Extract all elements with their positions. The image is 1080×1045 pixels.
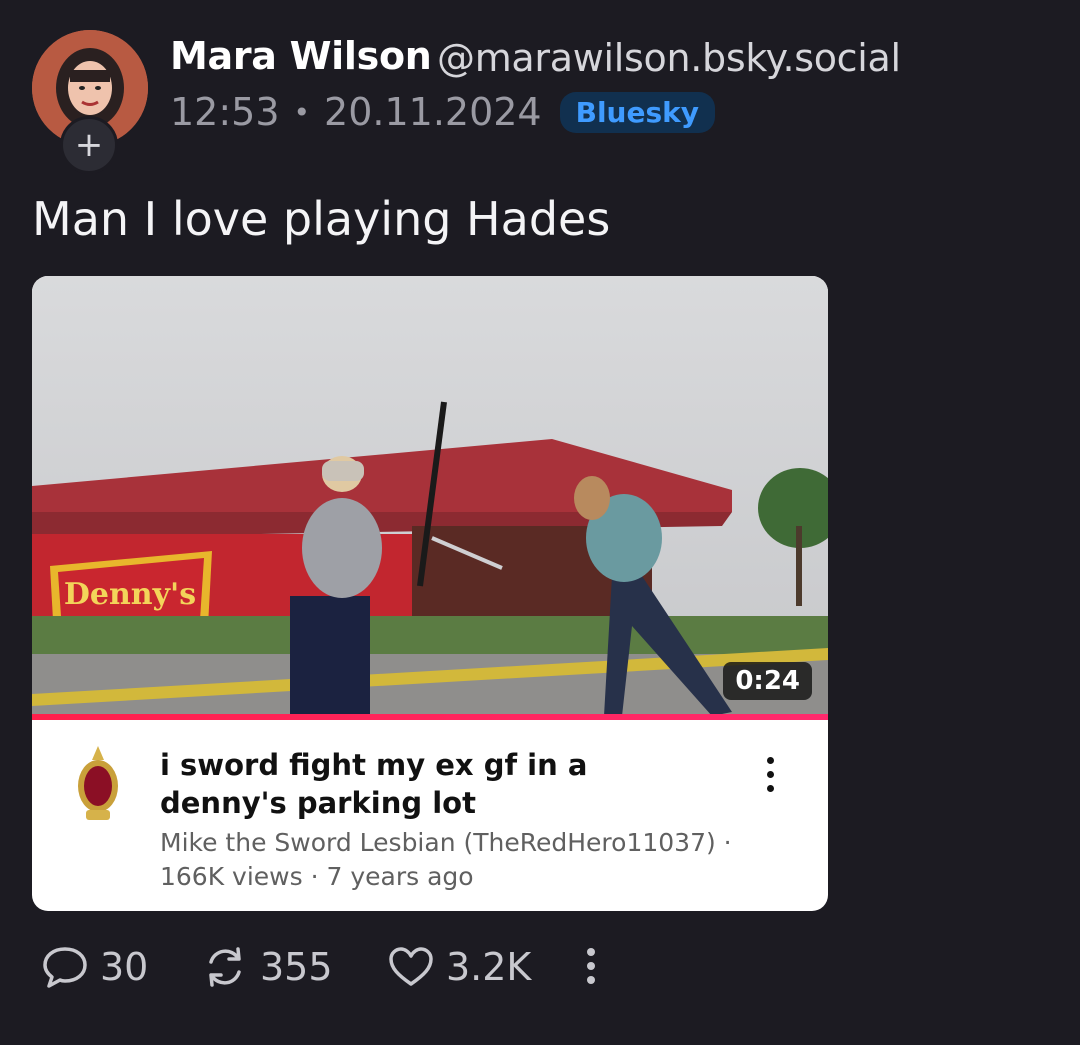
like-button[interactable]: 3.2K: [386, 944, 531, 990]
video-embed-card[interactable]: Denny's 0:24 i sword fight my ex gf in a…: [32, 276, 828, 911]
channel-logo-icon[interactable]: [70, 742, 126, 828]
like-icon: [389, 947, 433, 986]
video-duration: 0:24: [723, 662, 812, 700]
post-meta: 12:53 • 20.11.2024 Bluesky: [170, 90, 716, 134]
repost-count: 355: [260, 945, 333, 989]
author-name[interactable]: Mara Wilson: [170, 34, 432, 78]
repost-button[interactable]: 355: [200, 944, 333, 990]
meta-separator: •: [293, 95, 311, 129]
post-text: Man I love playing Hades: [32, 192, 611, 246]
video-channel[interactable]: Mike the Sword Lesbian (TheRedHero11037)…: [160, 828, 732, 857]
video-more-icon[interactable]: [758, 754, 782, 794]
author-handle[interactable]: @marawilson.bsky.social: [437, 36, 901, 80]
reply-icon: [43, 947, 87, 988]
dennys-sign-text: Denny's: [64, 577, 196, 612]
video-progress-bar: [32, 714, 828, 720]
repost-icon: [209, 947, 241, 987]
reply-count: 30: [100, 945, 149, 989]
post-time: 12:53: [170, 90, 280, 134]
more-icon[interactable]: [584, 946, 598, 990]
follow-plus-icon[interactable]: +: [60, 116, 118, 174]
video-title[interactable]: i sword fight my ex gf in a denny's park…: [160, 746, 720, 822]
source-badge: Bluesky: [559, 91, 716, 133]
video-thumbnail[interactable]: Denny's 0:24: [32, 276, 828, 716]
post-date: 20.11.2024: [324, 90, 542, 134]
author-avatar-group: +: [32, 30, 148, 174]
reply-button[interactable]: 30: [40, 944, 148, 990]
video-stats: 166K views · 7 years ago: [160, 862, 474, 891]
like-count: 3.2K: [446, 945, 532, 989]
post-actions: 30 355 3.2K: [40, 944, 660, 992]
